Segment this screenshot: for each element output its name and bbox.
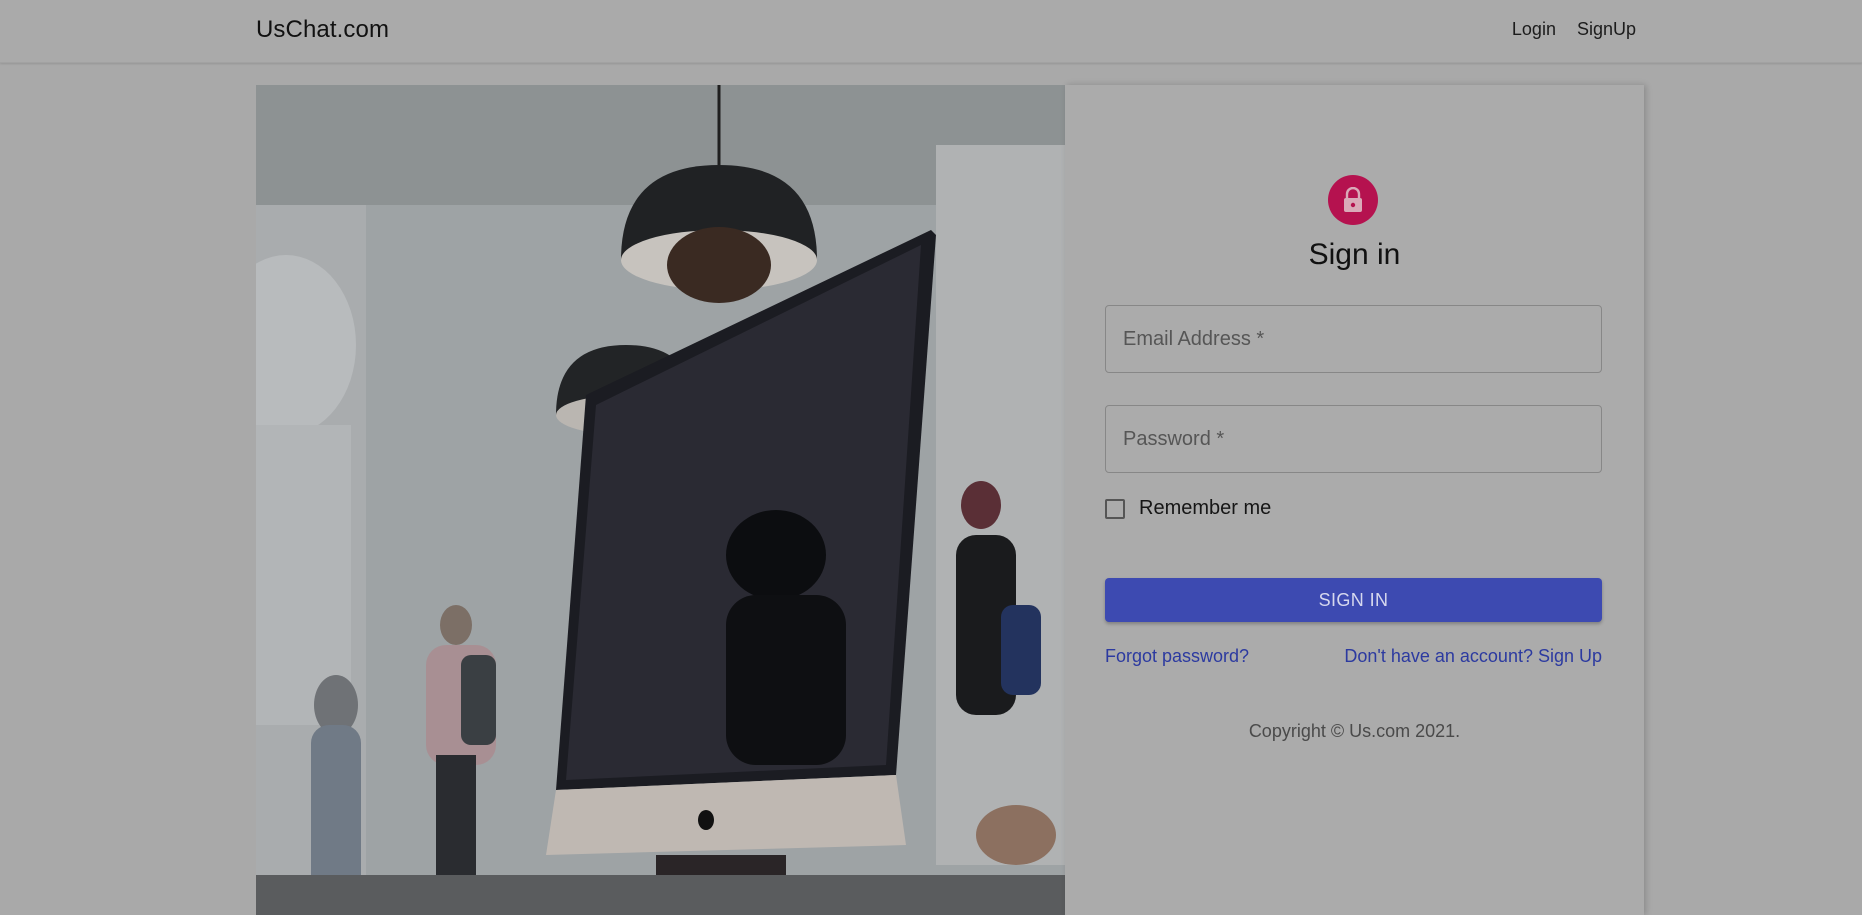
auth-links: Forgot password? Don't have an account? … [1105,646,1602,670]
password-input[interactable] [1106,406,1601,472]
hero-image [256,85,1065,915]
top-nav: Login SignUp [1512,19,1636,40]
signin-panel: Sign in Remember me SIGN IN Forgot passw… [1065,85,1644,915]
copyright-text: Copyright © Us.com 2021. [1248,721,1461,741]
remember-me[interactable]: Remember me [1105,497,1271,520]
remember-checkbox[interactable] [1105,498,1125,519]
sign-in-button[interactable]: SIGN IN [1105,578,1602,622]
password-field[interactable] [1105,405,1602,473]
remember-label: Remember me [1139,497,1272,519]
email-input[interactable] [1106,306,1601,372]
signup-link[interactable]: SignUp [1577,19,1636,40]
page-title: Sign in [1308,238,1401,271]
signup-prompt-link[interactable]: Don't have an account? Sign Up [1344,646,1602,667]
lock-icon [1344,187,1362,212]
app-bar: UsChat.com Login SignUp [0,0,1862,63]
email-field[interactable] [1105,305,1602,373]
login-link[interactable]: Login [1512,19,1556,40]
brand-logo[interactable]: UsChat.com [256,16,389,44]
avatar [1328,175,1378,225]
forgot-password-link[interactable]: Forgot password? [1105,646,1249,667]
computer-photo-icon [256,85,1065,915]
